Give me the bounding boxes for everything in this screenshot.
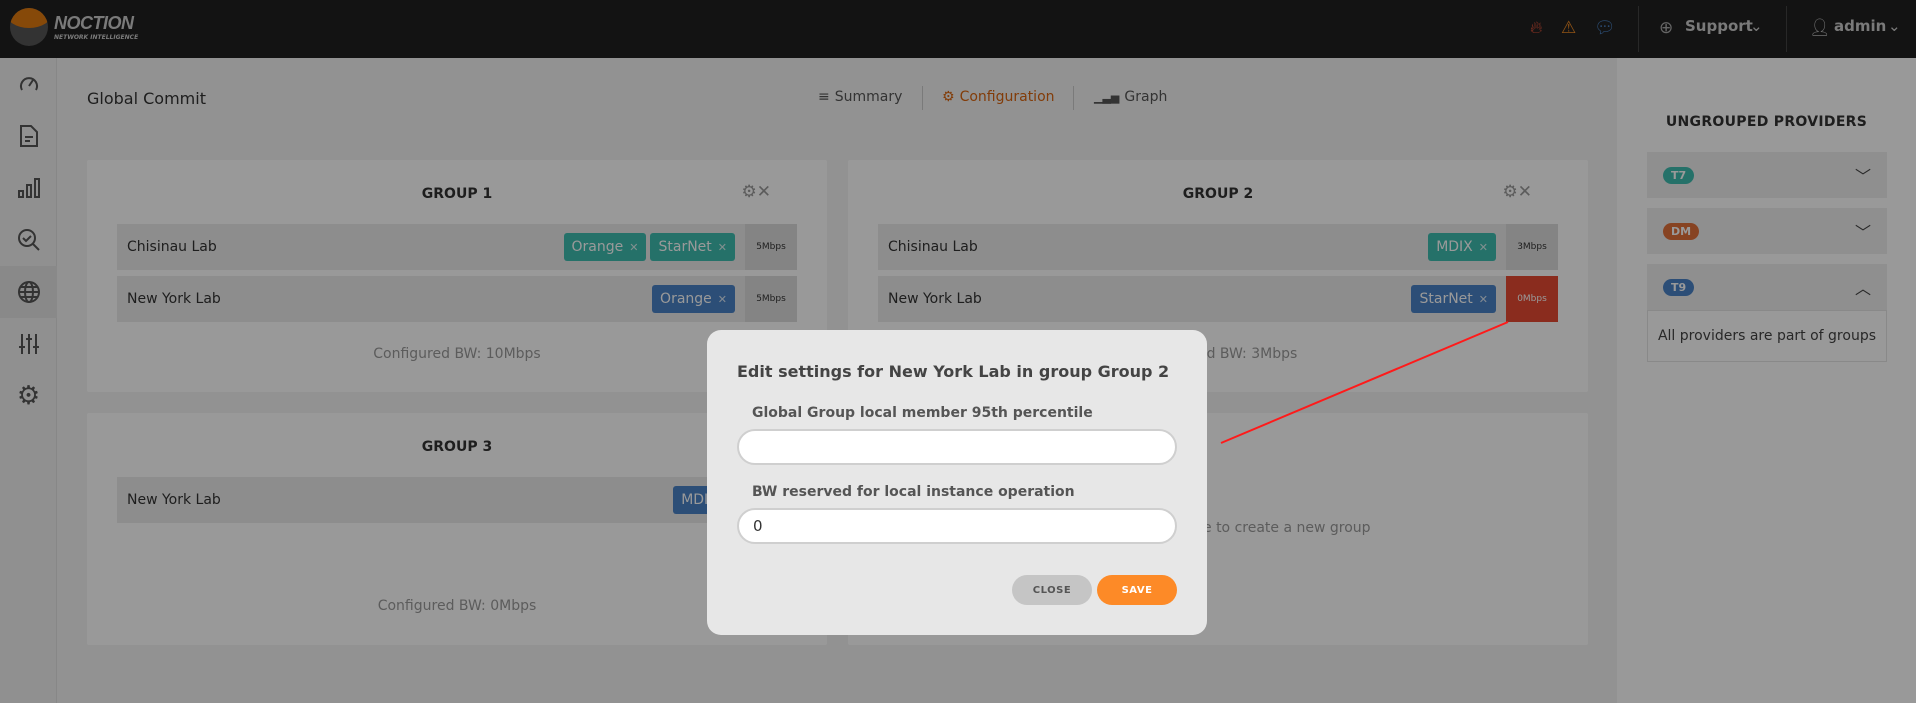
save-button[interactable]: SAVE	[1097, 575, 1177, 605]
modal-title: Edit settings for New York Lab in group …	[737, 362, 1170, 381]
close-button[interactable]: CLOSE	[1012, 575, 1092, 605]
reserved-bw-input[interactable]	[737, 508, 1177, 544]
annotation-line	[1220, 321, 1509, 444]
field-label: Global Group local member 95th percentil…	[752, 405, 1093, 421]
percentile-input[interactable]	[737, 429, 1177, 465]
field-label: BW reserved for local instance operation	[752, 484, 1075, 500]
edit-settings-modal: Edit settings for New York Lab in group …	[707, 330, 1207, 635]
